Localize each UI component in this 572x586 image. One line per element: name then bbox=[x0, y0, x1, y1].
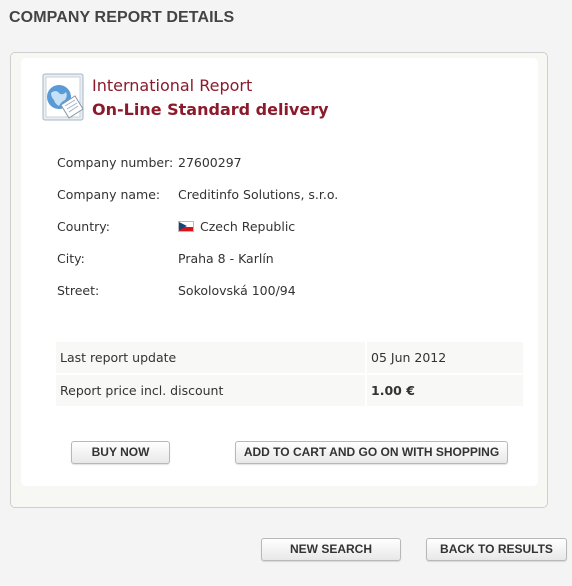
report-card: International Report On-Line Standard de… bbox=[21, 58, 538, 486]
table-cell-label: Report price incl. discount bbox=[56, 375, 367, 406]
add-to-cart-button[interactable]: ADD TO CART AND GO ON WITH SHOPPING bbox=[235, 441, 508, 464]
detail-row-country: Country: Czech Republic bbox=[57, 217, 517, 249]
detail-value-country: Czech Republic bbox=[178, 217, 295, 237]
back-to-results-button[interactable]: BACK TO RESULTS bbox=[426, 538, 567, 561]
detail-value: Praha 8 - Karlín bbox=[178, 251, 274, 266]
detail-value: Sokolovská 100/94 bbox=[178, 283, 296, 298]
report-title: International Report bbox=[92, 76, 253, 95]
detail-row-city: City: Praha 8 - Karlín bbox=[57, 249, 517, 281]
table-cell-value: 05 Jun 2012 bbox=[367, 342, 523, 373]
detail-label: Street: bbox=[57, 283, 100, 298]
detail-row-company-number: Company number: 27600297 bbox=[57, 153, 517, 185]
page-title: COMPANY REPORT DETAILS bbox=[9, 9, 235, 26]
detail-label: Company number: bbox=[57, 155, 174, 170]
international-report-icon bbox=[42, 73, 84, 121]
detail-value: Creditinfo Solutions, s.r.o. bbox=[178, 187, 339, 202]
price-table: Last report update 05 Jun 2012 Report pr… bbox=[56, 340, 523, 408]
table-cell-value: 1.00 € bbox=[367, 375, 523, 406]
buy-now-button[interactable]: BUY NOW bbox=[71, 441, 170, 464]
report-details-panel: International Report On-Line Standard de… bbox=[10, 52, 548, 508]
detail-value: 27600297 bbox=[178, 155, 242, 170]
report-subtitle: On-Line Standard delivery bbox=[92, 100, 329, 119]
table-row: Report price incl. discount 1.00 € bbox=[56, 375, 523, 406]
detail-label: Country: bbox=[57, 219, 110, 234]
detail-label: Company name: bbox=[57, 187, 161, 202]
detail-label: City: bbox=[57, 251, 85, 266]
detail-row-company-name: Company name: Creditinfo Solutions, s.r.… bbox=[57, 185, 517, 217]
table-cell-label: Last report update bbox=[56, 342, 367, 373]
new-search-button[interactable]: NEW SEARCH bbox=[261, 538, 401, 561]
company-details: Company number: 27600297 Company name: C… bbox=[57, 153, 517, 313]
table-row: Last report update 05 Jun 2012 bbox=[56, 342, 523, 373]
detail-row-street: Street: Sokolovská 100/94 bbox=[57, 281, 517, 313]
country-name: Czech Republic bbox=[200, 219, 296, 234]
czech-flag-icon bbox=[178, 221, 194, 232]
